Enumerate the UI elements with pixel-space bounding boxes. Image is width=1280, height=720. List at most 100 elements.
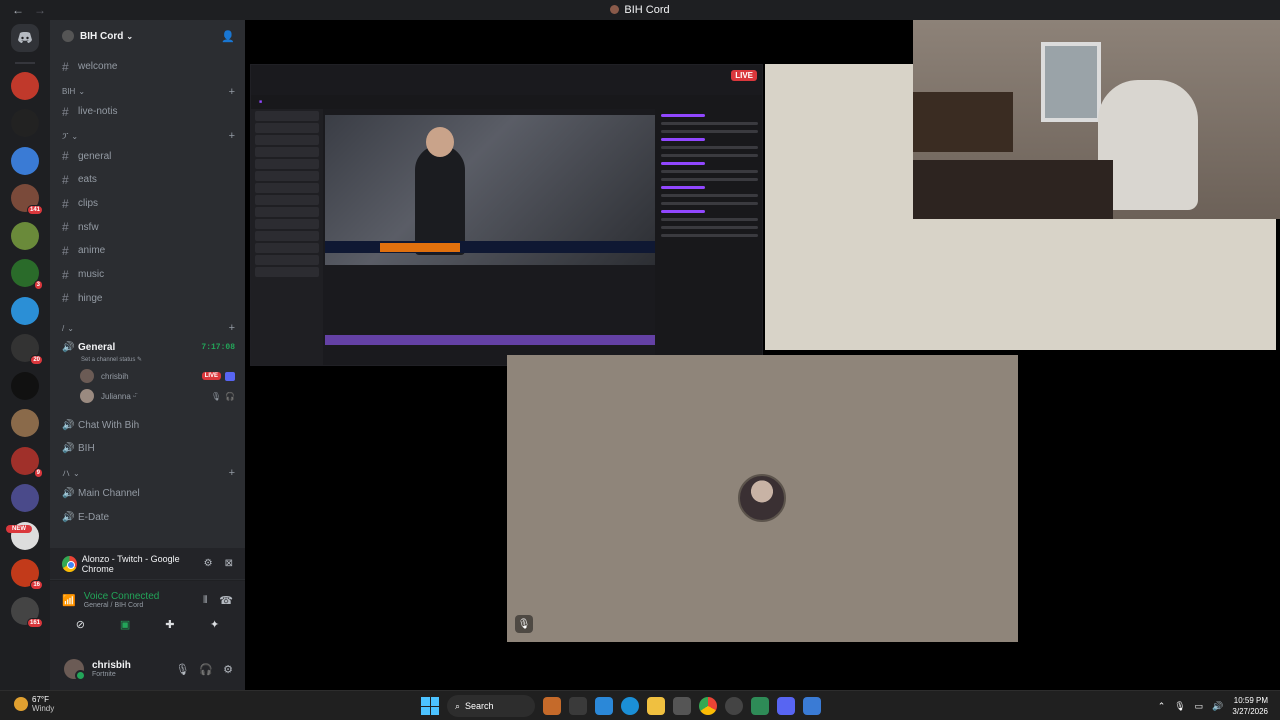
chrome-icon[interactable] <box>699 697 717 715</box>
noise-suppression-icon[interactable]: ⫴ <box>203 595 207 606</box>
chevron-down-icon: ⌄ <box>67 323 74 333</box>
category-a[interactable]: ハ ⌄ + <box>50 465 245 481</box>
microphone-icon[interactable]: 🎙 <box>175 663 189 676</box>
camera-off-button[interactable]: ⊘ <box>60 617 100 631</box>
title-bar: ← → BIH Cord <box>0 0 1280 20</box>
taskbar-app-8[interactable] <box>725 697 743 715</box>
avatar <box>80 369 94 384</box>
discord-icon[interactable] <box>777 697 795 715</box>
category-slash[interactable]: / ⌄ + <box>50 320 245 336</box>
taskbar-search[interactable]: ⌕ Search <box>447 695 535 717</box>
channel-live-notis[interactable]: # live-notis <box>50 100 245 124</box>
avatar[interactable] <box>64 659 86 681</box>
server-icon-7[interactable] <box>11 296 39 325</box>
clock[interactable]: 10:59 PM 3/27/2026 <box>1232 695 1268 717</box>
server-icon-6[interactable]: 3 <box>11 259 43 290</box>
server-icon-10[interactable] <box>11 409 39 437</box>
server-icon-15[interactable]: 161 <box>11 596 43 628</box>
signal-icon[interactable]: 📶 <box>62 594 76 607</box>
file-explorer-icon[interactable] <box>647 697 665 715</box>
start-button[interactable] <box>421 697 439 715</box>
guild-header[interactable]: BIH Cord ⌄ 👤 <box>50 20 245 52</box>
disconnect-icon[interactable]: ☎ <box>219 594 233 607</box>
server-icon-3[interactable] <box>11 146 39 175</box>
voice-channel-general[interactable]: 🔊 General 7:17:08 <box>50 338 245 356</box>
voice-location: General / BIH Cord <box>83 602 144 609</box>
category-emoji[interactable]: ፓ ⌄ + <box>50 128 245 144</box>
gear-icon[interactable]: ⚙ <box>223 663 233 676</box>
weather-widget[interactable]: 67°F Windy <box>14 695 54 713</box>
channel-anime[interactable]: # anime <box>50 239 245 263</box>
edge-icon[interactable] <box>621 697 639 715</box>
server-icon <box>610 5 620 14</box>
server-icon-8[interactable]: 20 <box>11 334 43 365</box>
hash-icon: # <box>62 243 69 258</box>
server-icon-9[interactable] <box>11 371 39 400</box>
username[interactable]: chrisbih <box>92 660 131 671</box>
add-channel-icon[interactable]: + <box>229 130 235 142</box>
calculator-icon[interactable] <box>673 697 691 715</box>
channel-status-input[interactable]: Set a channel status ✎ <box>50 356 245 366</box>
back-arrow-icon[interactable]: ← <box>12 3 24 17</box>
soundboard-button[interactable]: ✦ <box>195 617 235 631</box>
channel-nsfw[interactable]: # nsfw <box>50 215 245 239</box>
discord-home-button[interactable] <box>11 24 39 52</box>
guild-name: BIH Cord <box>80 30 124 42</box>
taskbar-app-1[interactable] <box>543 697 561 715</box>
voice-user-chrisbih[interactable]: chrisbih LIVE <box>50 366 245 386</box>
voice-channel-chat-with-bih[interactable]: 🔊 Chat With Bih <box>50 414 245 436</box>
hash-icon: # <box>62 267 69 282</box>
twitch-header: ■ <box>251 95 762 109</box>
taskbar-app-9[interactable] <box>751 697 769 715</box>
hash-icon: # <box>62 59 69 74</box>
hash-icon: # <box>62 149 69 164</box>
channel-clips[interactable]: # clips <box>50 192 245 216</box>
voice-user-julianna[interactable]: Julianna ᵕ̈ 🎙 🎧 <box>50 386 245 406</box>
channel-eats[interactable]: # eats <box>50 168 245 192</box>
taskbar-app-11[interactable] <box>803 697 821 715</box>
stream-tile[interactable]: ■ LIVE <box>250 64 763 366</box>
pencil-icon: ✎ <box>137 357 143 364</box>
channel-welcome[interactable]: # welcome <box>50 55 245 79</box>
voice-channel-main[interactable]: 🔊 Main Channel <box>50 481 245 505</box>
microphone-icon[interactable]: 🎙 <box>1174 701 1185 712</box>
voice-timer: 7:17:08 <box>201 342 235 352</box>
server-icon-11[interactable]: 9 <box>11 446 43 478</box>
server-icon-1[interactable] <box>11 71 39 100</box>
screen-share-button[interactable]: ▣ <box>105 617 145 631</box>
server-icon-12[interactable] <box>11 484 39 512</box>
headphones-icon[interactable]: 🎧 <box>199 663 213 676</box>
forward-arrow-icon[interactable]: → <box>34 3 46 17</box>
deafened-icon: 🎧 <box>225 391 235 401</box>
add-member-icon[interactable]: 👤 <box>221 30 235 43</box>
taskbar-app-3[interactable] <box>595 697 613 715</box>
channel-music[interactable]: # music <box>50 263 245 287</box>
webcam-tile[interactable] <box>913 20 1280 219</box>
rail-separator <box>15 61 35 64</box>
channel-general[interactable]: # general <box>50 144 245 168</box>
add-channel-icon[interactable]: + <box>229 86 235 98</box>
voice-channel-bih[interactable]: 🔊 BIH <box>50 436 245 460</box>
server-icon-4[interactable]: 141 <box>11 184 43 215</box>
category-bih[interactable]: BIH ⌄ + <box>50 84 245 100</box>
channel-hinge[interactable]: # hinge <box>50 287 245 311</box>
add-channel-icon[interactable]: + <box>229 467 235 479</box>
server-icon-2[interactable] <box>11 109 39 137</box>
chevron-down-icon: ⌄ <box>73 468 80 478</box>
volume-icon[interactable]: 🔊 <box>1212 701 1223 712</box>
taskbar-app-2[interactable] <box>569 697 587 715</box>
server-icon-14[interactable]: 16 <box>11 559 43 590</box>
unread-badge: 20 <box>30 355 43 365</box>
stream-settings-icon[interactable]: ⚙ <box>204 558 213 569</box>
voice-status[interactable]: Voice Connected <box>84 591 160 602</box>
display-icon[interactable]: ▭ <box>1195 701 1204 712</box>
activities-button[interactable]: ✚ <box>150 617 190 631</box>
camera-icon <box>225 371 235 381</box>
unread-badge: 9 <box>33 467 43 478</box>
chevron-up-icon[interactable]: ⌃ <box>1158 701 1166 712</box>
voice-channel-edate[interactable]: 🔊 E-Date <box>50 505 245 529</box>
add-channel-icon[interactable]: + <box>229 322 235 334</box>
stop-stream-icon[interactable]: ⊠ <box>225 558 233 569</box>
voice-participant-tile[interactable]: 🎙 <box>507 355 1018 642</box>
server-icon-5[interactable] <box>11 221 39 250</box>
